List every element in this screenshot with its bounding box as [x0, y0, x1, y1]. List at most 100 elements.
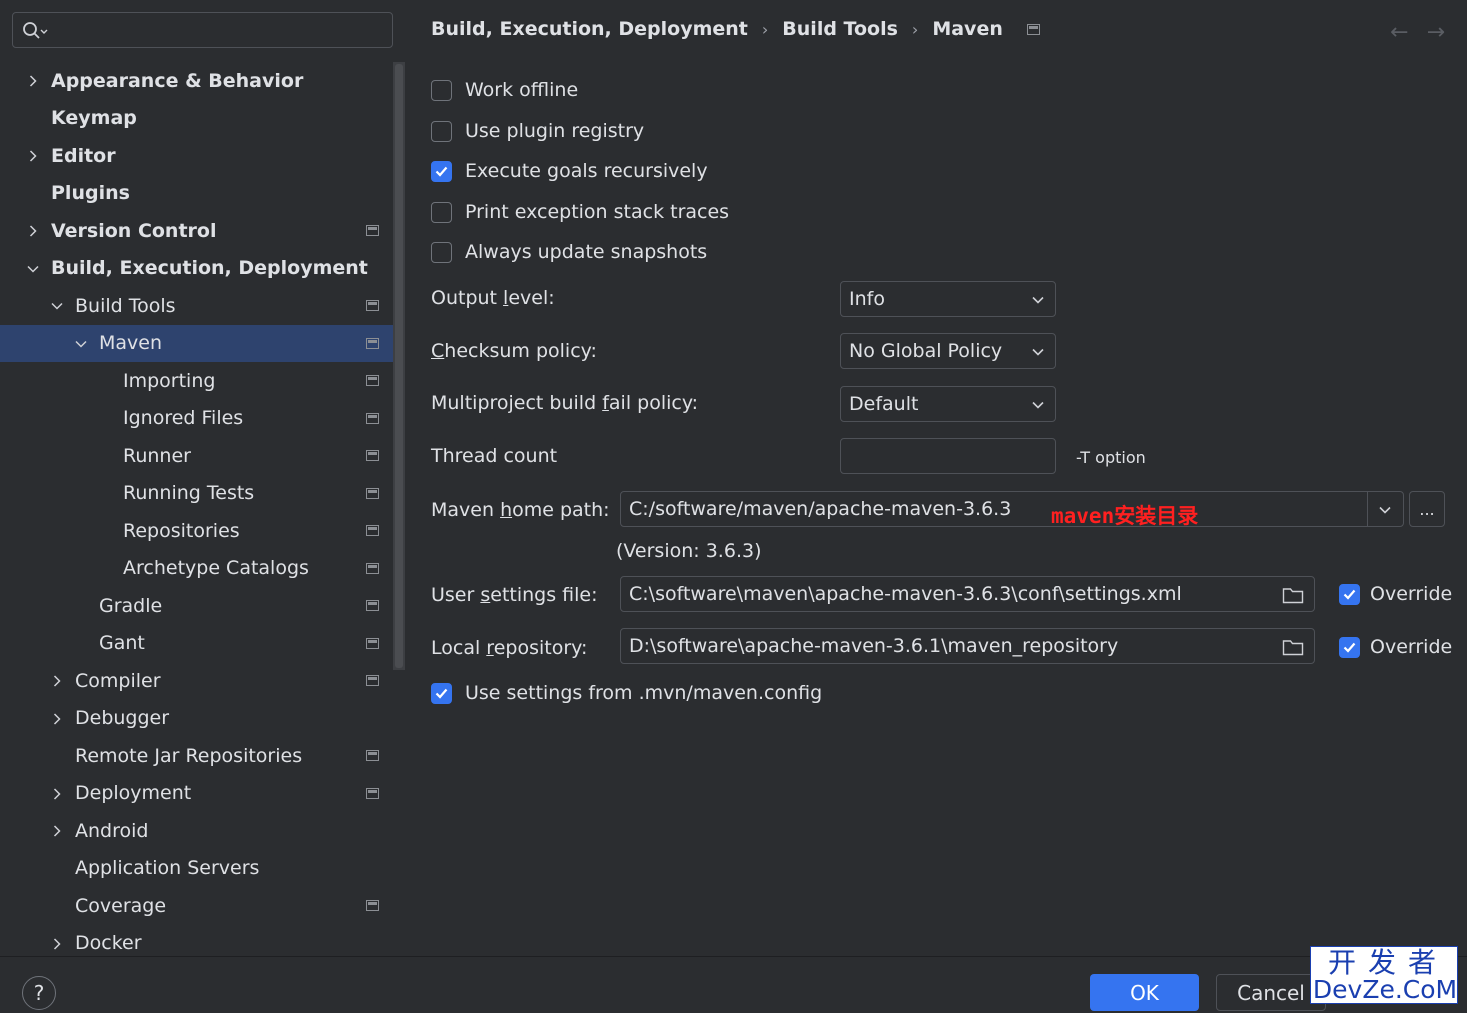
ok-button[interactable]: OK — [1090, 974, 1199, 1011]
sidebar-item-version-control[interactable]: Version Control — [0, 212, 405, 250]
checkbox-box[interactable] — [431, 241, 452, 263]
sidebar-item-build-tools[interactable]: Build Tools — [0, 287, 405, 325]
chevron-right-icon[interactable] — [26, 74, 40, 88]
select-value: Default — [849, 393, 919, 415]
watermark-logo: 开发者 DevZe.CoM — [1310, 946, 1458, 1004]
chevron-right-icon[interactable] — [50, 787, 64, 801]
search-input[interactable] — [12, 12, 393, 48]
sidebar-item-editor[interactable]: Editor — [0, 137, 405, 175]
chevron-right-icon[interactable] — [50, 674, 64, 688]
sidebar-item-remote-jar-repositories[interactable]: Remote Jar Repositories — [0, 737, 405, 775]
checkbox-box[interactable] — [431, 160, 452, 182]
checkbox-label: Work offline — [465, 79, 579, 101]
folder-icon[interactable] — [1282, 638, 1304, 656]
settings-dialog: Appearance & Behavior Keymap Editor Plugins… — [0, 0, 1467, 1013]
sidebar-item-label: Repositories — [123, 519, 240, 542]
execute-goals-recursively-checkbox[interactable]: Execute goals recursively — [431, 160, 708, 182]
checkbox-label: Execute goals recursively — [465, 160, 708, 182]
breadcrumb-build-execution-deployment[interactable]: Build, Execution, Deployment — [431, 18, 748, 40]
settings-tree: Appearance & Behavior Keymap Editor Plugins… — [0, 62, 405, 956]
project-settings-icon — [366, 375, 379, 386]
work-offline-checkbox[interactable]: Work offline — [431, 79, 578, 101]
breadcrumb-separator: › — [911, 19, 919, 39]
checkbox-label: Use plugin registry — [465, 120, 645, 142]
maven-home-path-value: C:/software/maven/apache-maven-3.6.3 — [629, 498, 1012, 520]
label-mnemonic: h — [500, 499, 513, 521]
project-settings-icon — [366, 337, 379, 349]
sidebar-item-label: Maven — [99, 332, 163, 355]
checkbox-box[interactable] — [1339, 583, 1360, 605]
use-plugin-registry-checkbox[interactable]: Use plugin registry — [431, 120, 644, 142]
local-repository-override-checkbox[interactable]: Override — [1339, 636, 1452, 658]
user-settings-file-input[interactable]: C:\software\maven\apache-maven-3.6.3\con… — [620, 576, 1315, 612]
sidebar-item-archetype-catalogs[interactable]: Archetype Catalogs — [0, 550, 405, 588]
sidebar-item-docker[interactable]: Docker — [0, 925, 405, 957]
thread-count-input[interactable] — [840, 438, 1056, 474]
sidebar-item-label: Running Tests — [123, 482, 255, 505]
checkbox-box[interactable] — [431, 79, 452, 101]
sidebar-item-gradle[interactable]: Gradle — [0, 587, 405, 625]
sidebar-item-appearance-behavior[interactable]: Appearance & Behavior — [0, 62, 405, 100]
multiproject-fail-policy-label: Multiproject build fail policy: — [431, 392, 698, 414]
project-settings-icon — [366, 787, 379, 799]
chevron-down-icon[interactable] — [26, 262, 40, 276]
sidebar-item-importing[interactable]: Importing — [0, 362, 405, 400]
local-repository-input[interactable]: D:\software\apache-maven-3.6.1\maven_rep… — [620, 628, 1315, 664]
use-mvn-config-checkbox[interactable]: Use settings from .mvn/maven.config — [431, 682, 822, 704]
sidebar-item-running-tests[interactable]: Running Tests — [0, 475, 405, 513]
chevron-down-icon[interactable] — [50, 299, 64, 313]
checkbox-label: Use settings from .mvn/maven.config — [465, 682, 823, 704]
checksum-policy-select[interactable]: No Global Policy — [840, 333, 1056, 369]
sidebar-item-ignored-files[interactable]: Ignored Files — [0, 400, 405, 438]
sidebar-item-debugger[interactable]: Debugger — [0, 700, 405, 738]
folder-icon[interactable] — [1282, 586, 1304, 604]
sidebar-item-deployment[interactable]: Deployment — [0, 775, 405, 813]
breadcrumb-build-tools[interactable]: Build Tools — [782, 18, 898, 40]
checkbox-box[interactable] — [431, 682, 452, 704]
maven-home-path-combo[interactable]: C:/software/maven/apache-maven-3.6.3 — [620, 491, 1404, 527]
forward-arrow-icon[interactable]: → — [1427, 20, 1445, 45]
sidebar-item-coverage[interactable]: Coverage — [0, 887, 405, 925]
back-arrow-icon[interactable]: ← — [1390, 20, 1408, 45]
breadcrumb: Build, Execution, Deployment › Build Too… — [431, 18, 1040, 40]
search-icon — [23, 22, 48, 39]
settings-sidebar: Appearance & Behavior Keymap Editor Plugins… — [0, 0, 405, 956]
select-value: Info — [849, 288, 885, 310]
sidebar-item-label: Debugger — [75, 707, 170, 730]
always-update-snapshots-checkbox[interactable]: Always update snapshots — [431, 241, 707, 263]
chevron-right-icon[interactable] — [50, 937, 64, 951]
watermark-bottom-text: DevZe.CoM — [1312, 975, 1458, 1004]
print-exception-stack-traces-checkbox[interactable]: Print exception stack traces — [431, 201, 729, 223]
sidebar-item-android[interactable]: Android — [0, 812, 405, 850]
sidebar-scrollbar-thumb[interactable] — [395, 64, 403, 668]
chevron-down-icon — [1379, 506, 1391, 514]
multiproject-fail-policy-select[interactable]: Default — [840, 386, 1056, 422]
sidebar-item-repositories[interactable]: Repositories — [0, 512, 405, 550]
sidebar-item-keymap[interactable]: Keymap — [0, 100, 405, 138]
checkmark-icon — [435, 166, 448, 177]
chevron-right-icon[interactable] — [50, 824, 64, 838]
sidebar-item-maven[interactable]: Maven — [0, 324, 405, 362]
checkmark-icon — [435, 688, 448, 699]
checkbox-box[interactable] — [1339, 636, 1360, 658]
chevron-right-icon[interactable] — [26, 224, 40, 238]
chevron-right-icon[interactable] — [50, 712, 64, 726]
checkbox-box[interactable] — [431, 201, 452, 223]
chevron-down-icon[interactable] — [74, 337, 88, 351]
sidebar-item-runner[interactable]: Runner — [0, 437, 405, 475]
user-settings-override-checkbox[interactable]: Override — [1339, 583, 1452, 605]
sidebar-item-build-execution-deployment[interactable]: Build, Execution, Deployment — [0, 250, 405, 288]
label-text: evel: — [508, 287, 555, 309]
sidebar-item-plugins[interactable]: Plugins — [0, 175, 405, 213]
navigation-arrows: ← → — [1390, 20, 1445, 45]
sidebar-item-application-servers[interactable]: Application Servers — [0, 850, 405, 888]
sidebar-item-compiler[interactable]: Compiler — [0, 662, 405, 700]
help-icon[interactable]: ? — [22, 976, 56, 1010]
checkbox-label: Print exception stack traces — [465, 201, 730, 223]
checkbox-box[interactable] — [431, 120, 452, 142]
sidebar-item-gant[interactable]: Gant — [0, 625, 405, 663]
chevron-right-icon[interactable] — [26, 149, 40, 163]
output-level-select[interactable]: Info — [840, 281, 1056, 317]
maven-home-browse-button[interactable]: ... — [1409, 491, 1445, 527]
label-text: ome path: — [512, 499, 610, 521]
